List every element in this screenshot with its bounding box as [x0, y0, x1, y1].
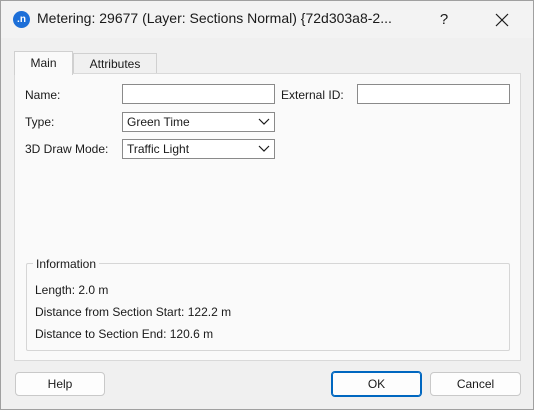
name-field[interactable]: [122, 84, 275, 104]
main-tab-panel: Name: External ID: Type: Green Time 3D D…: [14, 73, 521, 361]
draw-mode-select-value: Traffic Light: [127, 142, 190, 156]
help-question-button[interactable]: ?: [421, 5, 467, 35]
external-id-label: External ID:: [281, 88, 344, 102]
chevron-down-icon: [258, 118, 270, 125]
type-select-value: Green Time: [127, 115, 190, 129]
metering-dialog: .n Metering: 29677 (Layer: Sections Norm…: [0, 0, 534, 410]
help-button[interactable]: Help: [15, 372, 105, 396]
ok-button[interactable]: OK: [331, 371, 422, 397]
window-title: Metering: 29677 (Layer: Sections Normal)…: [37, 10, 392, 26]
distance-to-end-text: Distance to Section End: 120.6 m: [35, 327, 214, 341]
draw-mode-select[interactable]: Traffic Light: [122, 139, 275, 159]
distance-from-start-text: Distance from Section Start: 122.2 m: [35, 305, 232, 319]
cancel-button[interactable]: Cancel: [430, 372, 521, 396]
information-title: Information: [33, 257, 100, 271]
close-button[interactable]: [479, 5, 525, 35]
chevron-down-icon: [258, 145, 270, 152]
external-id-field[interactable]: [357, 84, 510, 104]
type-select[interactable]: Green Time: [122, 112, 275, 132]
draw-mode-label: 3D Draw Mode:: [25, 142, 109, 156]
tab-attributes[interactable]: Attributes: [73, 53, 157, 74]
name-label: Name:: [25, 88, 61, 102]
app-logo-icon: .n: [13, 11, 30, 28]
title-bar[interactable]: .n Metering: 29677 (Layer: Sections Norm…: [1, 1, 533, 38]
type-label: Type:: [25, 115, 55, 129]
close-icon: [495, 13, 509, 27]
tab-main[interactable]: Main: [14, 51, 73, 75]
length-text: Length: 2.0 m: [35, 283, 109, 297]
